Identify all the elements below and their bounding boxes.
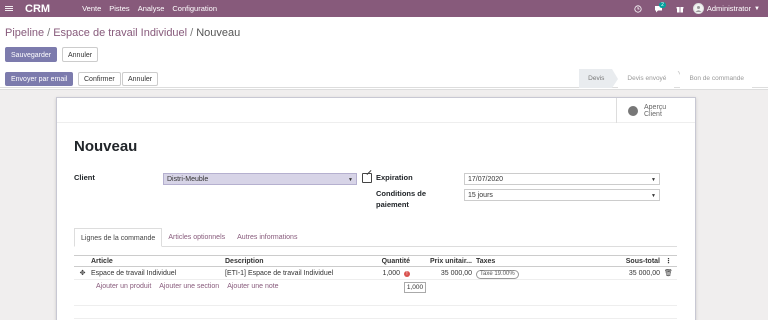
- cell-quantity[interactable]: 1,000!: [367, 267, 412, 279]
- send-email-button[interactable]: Envoyer par email: [5, 72, 74, 86]
- cell-article[interactable]: Espace de travail Individuel: [91, 267, 225, 279]
- breadcrumb-current: Nouveau: [196, 27, 241, 39]
- preview-label-line2: Client: [644, 110, 662, 118]
- payment-terms-label-line2: paiement: [376, 200, 409, 209]
- status-step-devis-envoye[interactable]: Devis envoyé: [618, 69, 675, 88]
- discard-button[interactable]: Annuler: [62, 47, 99, 62]
- user-dropdown-caret-icon[interactable]: ▼: [754, 6, 760, 12]
- payment-terms-label-line1: Conditions de: [376, 189, 426, 198]
- status-step-devis[interactable]: Devis: [579, 69, 613, 88]
- confirm-button[interactable]: Confirmer: [78, 72, 121, 86]
- form-sheet: Aperçu Client Nouveau Client Distri-Meub…: [56, 97, 696, 320]
- top-navbar: CRM Vente Pistes Analyse Configuration 2…: [0, 0, 768, 17]
- save-button[interactable]: Sauvegarder: [5, 47, 58, 62]
- warning-info-icon[interactable]: !: [404, 271, 410, 277]
- optional-columns-icon[interactable]: ⋮: [660, 256, 677, 266]
- trash-icon[interactable]: 🗑: [660, 267, 677, 279]
- sheet-button-box: Aperçu Client: [57, 98, 695, 123]
- tab-other-info[interactable]: Autres informations: [231, 228, 303, 247]
- expiration-label: Expiration: [376, 173, 413, 182]
- gift-icon[interactable]: [672, 0, 688, 17]
- expiration-value: 17/07/2020: [468, 176, 504, 183]
- clock-icon[interactable]: [630, 0, 646, 17]
- breadcrumb: Pipeline / Espace de travail Individuel / No…: [5, 27, 240, 39]
- preview-label-line1: Aperçu: [644, 103, 667, 111]
- customer-preview-button[interactable]: Aperçu Client: [616, 98, 695, 123]
- table-row[interactable]: ✥ Espace de travail Individuel [ETI-1] E…: [74, 267, 677, 280]
- menu-analyse[interactable]: Analyse: [138, 4, 165, 13]
- navbar-right: 2 Administrator ▼: [630, 0, 768, 17]
- cell-price[interactable]: 35 000,00: [412, 267, 472, 279]
- status-bar: Envoyer par email Confirmer Annuler Devi…: [0, 69, 768, 88]
- chevron-down-icon[interactable]: ▼: [651, 190, 656, 202]
- messages-icon[interactable]: 2: [651, 0, 667, 17]
- cell-taxes[interactable]: Taxe 19.00%: [472, 267, 538, 279]
- user-name[interactable]: Administrator: [707, 4, 751, 13]
- client-label: Client: [74, 173, 95, 182]
- menu-pistes[interactable]: Pistes: [109, 4, 129, 13]
- table-header: Article Description Quantité Prix unitai…: [74, 255, 677, 267]
- status-steps: Devis Devis envoyé Bon de commande: [579, 69, 752, 88]
- app-brand: CRM: [25, 2, 51, 15]
- tax-tag: Taxe 19.00%: [476, 270, 519, 279]
- table-row: [74, 306, 677, 319]
- column-header-subtotal[interactable]: Sous-total: [538, 256, 660, 266]
- quantity-tooltip: 1,000: [404, 282, 426, 293]
- external-link-icon[interactable]: [362, 173, 372, 183]
- chevron-down-icon[interactable]: ▼: [348, 174, 353, 186]
- order-lines-table: Article Description Quantité Prix unitai…: [74, 255, 677, 319]
- column-header-price[interactable]: Prix unitair...: [412, 256, 472, 266]
- payment-terms-label: Conditions de paiement: [376, 188, 426, 210]
- add-line-links: Ajouter un produit Ajouter une section A…: [74, 280, 677, 293]
- payment-terms-select[interactable]: 15 jours ▼: [464, 189, 660, 201]
- payment-terms-value: 15 jours: [468, 192, 493, 199]
- menu-vente[interactable]: Vente: [82, 4, 101, 13]
- breadcrumb-separator: /: [47, 27, 51, 39]
- user-avatar[interactable]: [692, 3, 704, 14]
- client-value: Distri-Meuble: [167, 176, 209, 183]
- quantity-value: 1,000: [382, 270, 400, 277]
- apps-menu-icon[interactable]: [0, 0, 17, 17]
- add-note-link[interactable]: Ajouter une note: [227, 280, 278, 293]
- tab-optional-products[interactable]: Articles optionnels: [162, 228, 231, 247]
- add-product-link[interactable]: Ajouter un produit: [96, 280, 151, 293]
- drag-handle-icon[interactable]: ✥: [74, 267, 91, 279]
- column-header-taxes[interactable]: Taxes: [472, 256, 538, 266]
- cell-subtotal: 35 000,00: [628, 270, 660, 277]
- column-header-article[interactable]: Article: [91, 256, 225, 266]
- cancel-button[interactable]: Annuler: [122, 72, 159, 86]
- chevron-down-icon[interactable]: ▼: [651, 174, 656, 186]
- cell-description[interactable]: [ETI-1] Espace de travail Individuel: [225, 267, 367, 279]
- status-step-bon-commande[interactable]: Bon de commande: [680, 69, 752, 88]
- globe-icon: [628, 105, 638, 116]
- breadcrumb-espace[interactable]: Espace de travail Individuel: [53, 27, 187, 39]
- column-header-quantity[interactable]: Quantité: [367, 256, 412, 266]
- messages-count-badge: 2: [659, 2, 666, 8]
- column-header-description[interactable]: Description: [225, 256, 367, 266]
- expiration-date-field[interactable]: 17/07/2020 ▼: [464, 173, 660, 185]
- add-section-link[interactable]: Ajouter une section: [159, 280, 219, 293]
- menu-configuration[interactable]: Configuration: [172, 4, 217, 13]
- record-title: Nouveau: [74, 138, 138, 155]
- breadcrumb-separator: /: [190, 27, 194, 39]
- table-row: [74, 293, 677, 306]
- client-select[interactable]: Distri-Meuble ▼: [163, 173, 357, 185]
- tab-order-lines[interactable]: Lignes de la commande: [74, 228, 163, 247]
- notebook-tabs: Lignes de la commande Articles optionnel…: [74, 228, 677, 247]
- breadcrumb-pipeline[interactable]: Pipeline: [5, 27, 44, 39]
